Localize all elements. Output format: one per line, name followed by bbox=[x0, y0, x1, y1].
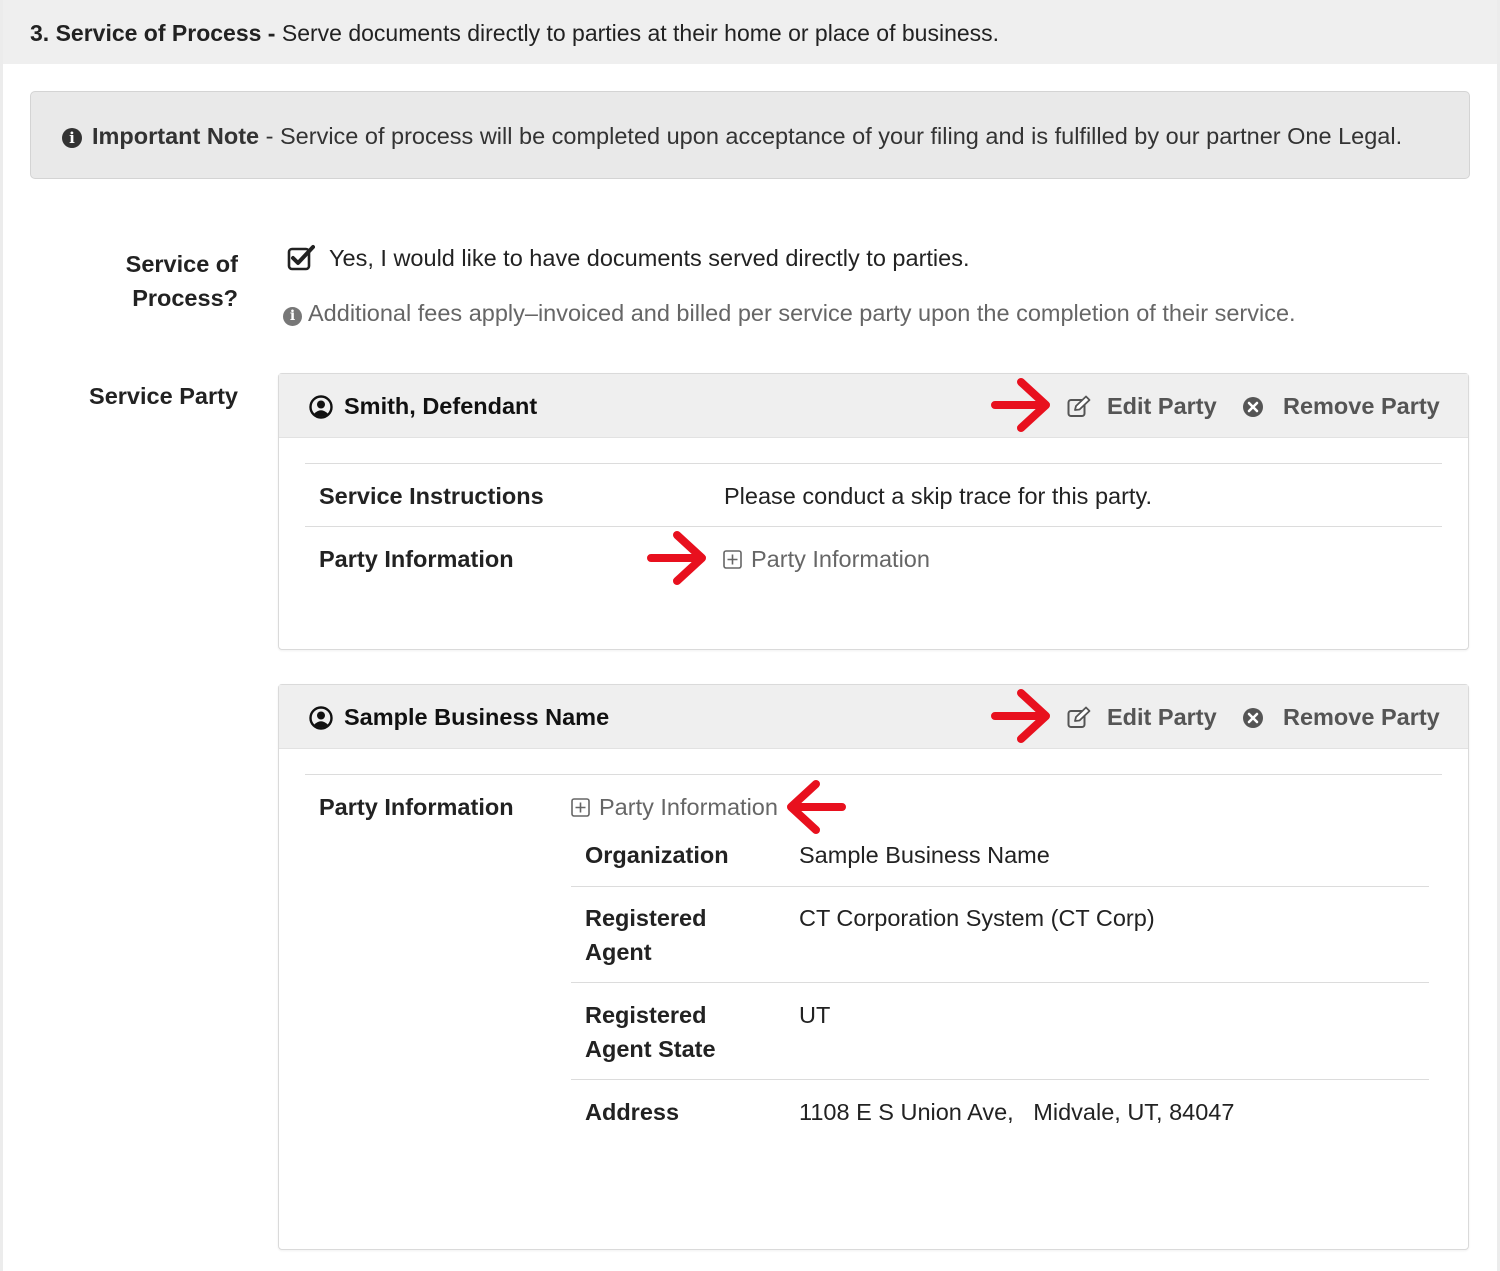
checkbox-checked-icon[interactable] bbox=[287, 244, 315, 272]
edit-party-button[interactable]: Edit Party bbox=[1067, 393, 1217, 420]
party-name: Smith, Defendant bbox=[309, 393, 537, 420]
service-of-process-label: Service of Process? bbox=[125, 251, 238, 311]
red-arrow-left-icon bbox=[787, 780, 846, 834]
info-icon: i bbox=[62, 128, 82, 148]
detail-label-registered-agent: Registered Agent bbox=[585, 905, 707, 965]
remove-party-button[interactable]: Remove Party bbox=[1242, 393, 1440, 420]
service-of-process-checkbox-row[interactable]: Yes, I would like to have documents serv… bbox=[287, 244, 970, 272]
party-card-header: Sample Business Name Edit Party Remove P… bbox=[279, 685, 1468, 749]
divider bbox=[571, 1079, 1429, 1080]
close-circle-icon bbox=[1243, 396, 1263, 417]
party-information-toggle[interactable]: Party Information bbox=[723, 546, 930, 573]
checkbox-label: Yes, I would like to have documents serv… bbox=[329, 244, 970, 271]
detail-value-address: 1108 E S Union Ave, Midvale, UT, 84047 bbox=[799, 1099, 1235, 1125]
service-instructions-label: Service Instructions bbox=[319, 483, 544, 509]
detail-value-registered-agent-state: UT bbox=[799, 1002, 831, 1028]
party-information-toggle[interactable]: Party Information bbox=[571, 794, 778, 821]
detail-value-registered-agent: CT Corporation System (CT Corp) bbox=[799, 905, 1155, 931]
party-information-label: Party Information bbox=[319, 794, 514, 820]
edit-icon bbox=[1067, 706, 1091, 728]
note-text: Service of process will be completed upo… bbox=[280, 123, 1403, 149]
party-name: Sample Business Name bbox=[309, 704, 609, 731]
fee-note: i Additional fees apply–invoiced and bill… bbox=[283, 300, 1296, 327]
detail-label-organization: Organization bbox=[585, 842, 729, 868]
party-card: Sample Business Name Edit Party Remove P… bbox=[278, 684, 1469, 1250]
red-arrow-right-icon bbox=[991, 689, 1050, 743]
note-title: Important Note bbox=[92, 123, 260, 149]
service-party-label: Service Party bbox=[89, 383, 238, 409]
detail-value-organization: Sample Business Name bbox=[799, 842, 1050, 868]
service-instructions-value: Please conduct a skip trace for this par… bbox=[724, 483, 1152, 509]
section-title: 3. Service of Process - bbox=[30, 20, 276, 46]
detail-label-address: Address bbox=[585, 1099, 680, 1125]
section-description: Serve documents directly to parties at t… bbox=[281, 20, 1000, 46]
close-circle-icon bbox=[1243, 707, 1263, 728]
divider bbox=[305, 463, 1442, 464]
divider bbox=[305, 774, 1442, 775]
edit-party-button[interactable]: Edit Party bbox=[1067, 704, 1217, 731]
party-information-label: Party Information bbox=[319, 546, 514, 572]
party-card: Smith, Defendant Edit Party Remove Party… bbox=[278, 373, 1469, 650]
divider bbox=[571, 886, 1429, 887]
red-arrow-right-icon bbox=[991, 378, 1050, 432]
party-card-header: Smith, Defendant Edit Party Remove Party bbox=[279, 374, 1468, 438]
section-header: 3. Service of Process - Serve documents … bbox=[3, 0, 1497, 64]
red-arrow-right-icon bbox=[647, 531, 706, 585]
divider bbox=[305, 526, 1442, 527]
info-icon: i bbox=[283, 307, 302, 326]
remove-party-button[interactable]: Remove Party bbox=[1242, 704, 1440, 731]
user-circle-icon bbox=[309, 394, 333, 419]
plus-square-icon bbox=[571, 798, 590, 817]
user-circle-icon bbox=[309, 705, 333, 730]
fee-note-text: Additional fees apply–invoiced and bille… bbox=[308, 300, 1296, 326]
detail-label-registered-agent-state: Registered Agent State bbox=[585, 1002, 716, 1062]
note-separator: - bbox=[265, 123, 274, 149]
divider bbox=[571, 982, 1429, 983]
important-note: i Important Note - Service of process wil… bbox=[30, 91, 1470, 179]
edit-icon bbox=[1067, 395, 1091, 417]
plus-square-icon bbox=[723, 550, 742, 569]
